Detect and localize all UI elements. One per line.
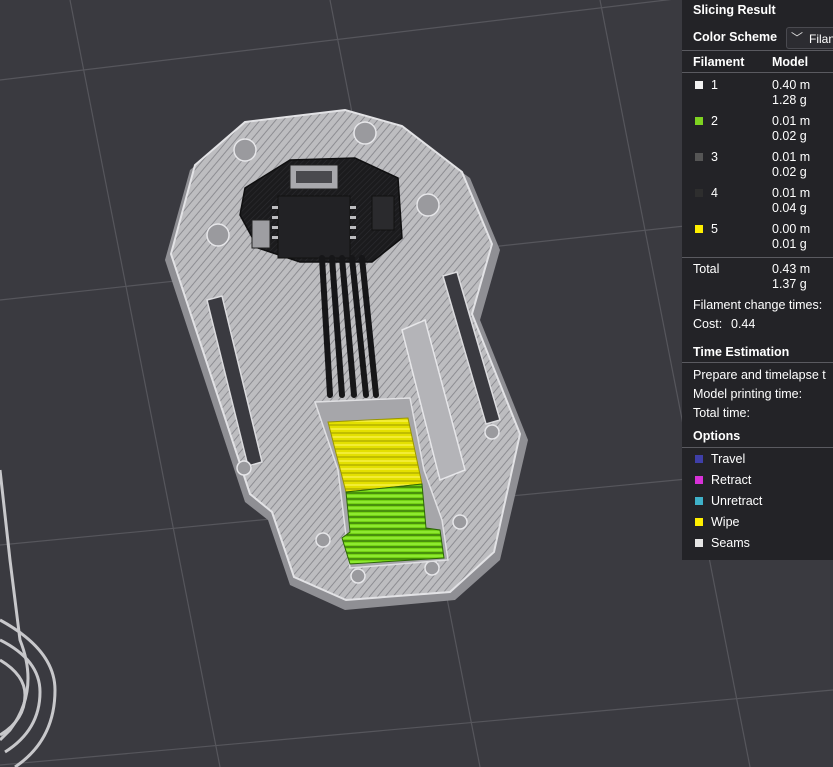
filament-id: 5 bbox=[711, 222, 718, 236]
prepare-time-label: Prepare and timelapse t bbox=[693, 368, 826, 382]
slicing-result-panel: Slicing Result Color Scheme ﹀ Filan Fila… bbox=[682, 0, 833, 560]
filament-change-label: Filament change times: bbox=[693, 298, 823, 312]
total-time-label: Total time: bbox=[693, 406, 750, 420]
partial-model-left bbox=[0, 469, 57, 767]
option-label: Unretract bbox=[711, 494, 763, 508]
panel-title: Slicing Result bbox=[693, 3, 776, 17]
model-column-header: Model bbox=[772, 55, 809, 69]
retract-swatch bbox=[695, 476, 703, 484]
filament-length: 0.01 m bbox=[772, 150, 811, 164]
filament-weight: 1.28 g bbox=[772, 93, 807, 107]
filament-swatch bbox=[695, 81, 703, 89]
option-label: Retract bbox=[711, 473, 752, 487]
divider bbox=[682, 447, 833, 448]
filament-length: 0.40 m bbox=[772, 78, 811, 92]
filament-column-header: Filament bbox=[693, 55, 745, 69]
wipe-swatch bbox=[695, 518, 703, 526]
color-scheme-dropdown[interactable]: ﹀ Filan bbox=[786, 27, 833, 49]
color-scheme-label: Color Scheme bbox=[693, 30, 778, 44]
cost-value: 0.44 bbox=[731, 317, 756, 331]
filament-swatch bbox=[695, 153, 703, 161]
total-label: Total bbox=[693, 262, 720, 276]
filament-swatch bbox=[695, 225, 703, 233]
color-scheme-value: Filan bbox=[809, 32, 833, 46]
filament-length: 0.01 m bbox=[772, 186, 811, 200]
filament-weight: 0.04 g bbox=[772, 201, 807, 215]
filament-weight: 0.02 g bbox=[772, 129, 807, 143]
filament-weight: 0.01 g bbox=[772, 237, 807, 251]
filament-id: 3 bbox=[711, 150, 718, 164]
time-estimation-header: Time Estimation bbox=[693, 345, 790, 359]
options-header: Options bbox=[693, 429, 741, 443]
filament-length: 0.00 m bbox=[772, 222, 811, 236]
option-label: Seams bbox=[711, 536, 750, 550]
divider bbox=[682, 50, 833, 51]
divider bbox=[682, 362, 833, 363]
cost-label: Cost: bbox=[693, 317, 723, 331]
divider bbox=[682, 257, 833, 258]
filament-weight: 0.02 g bbox=[772, 165, 807, 179]
filament-id: 2 bbox=[711, 114, 718, 128]
filament-swatch bbox=[695, 189, 703, 197]
total-length: 0.43 m bbox=[772, 262, 811, 276]
model-printing-time-label: Model printing time: bbox=[693, 387, 803, 401]
travel-swatch bbox=[695, 455, 703, 463]
option-label: Wipe bbox=[711, 515, 740, 529]
seams-swatch bbox=[695, 539, 703, 547]
chevron-down-icon: ﹀ bbox=[791, 31, 804, 45]
filament-swatch bbox=[695, 117, 703, 125]
filament-id: 1 bbox=[711, 78, 718, 92]
total-weight: 1.37 g bbox=[772, 277, 807, 291]
printed-model bbox=[165, 108, 528, 610]
divider bbox=[682, 72, 833, 73]
filament-length: 0.01 m bbox=[772, 114, 811, 128]
filament-id: 4 bbox=[711, 186, 718, 200]
unretract-swatch bbox=[695, 497, 703, 505]
option-label: Travel bbox=[711, 452, 746, 466]
